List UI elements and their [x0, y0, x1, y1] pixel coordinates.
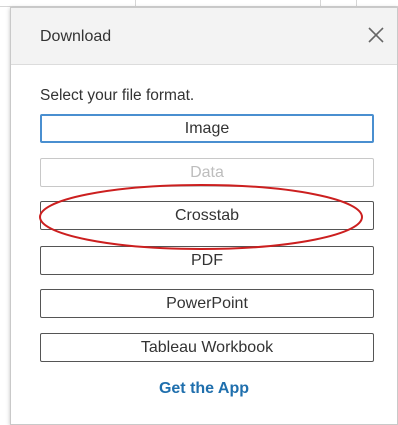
close-icon[interactable]	[365, 24, 387, 46]
dialog-title: Download	[40, 28, 112, 45]
get-the-app-link[interactable]: Get the App	[11, 380, 397, 398]
format-instruction: Select your file format.	[40, 87, 195, 104]
pdf-button[interactable]: PDF	[40, 246, 374, 275]
image-button[interactable]: Image	[40, 114, 374, 143]
dialog-header: Download	[11, 8, 397, 65]
download-dialog: Download Select your file format. Image …	[10, 7, 398, 425]
data-button: Data	[40, 158, 374, 187]
powerpoint-button[interactable]: PowerPoint	[40, 289, 374, 318]
crosstab-button[interactable]: Crosstab	[40, 201, 374, 230]
tableau-workbook-button[interactable]: Tableau Workbook	[40, 333, 374, 362]
